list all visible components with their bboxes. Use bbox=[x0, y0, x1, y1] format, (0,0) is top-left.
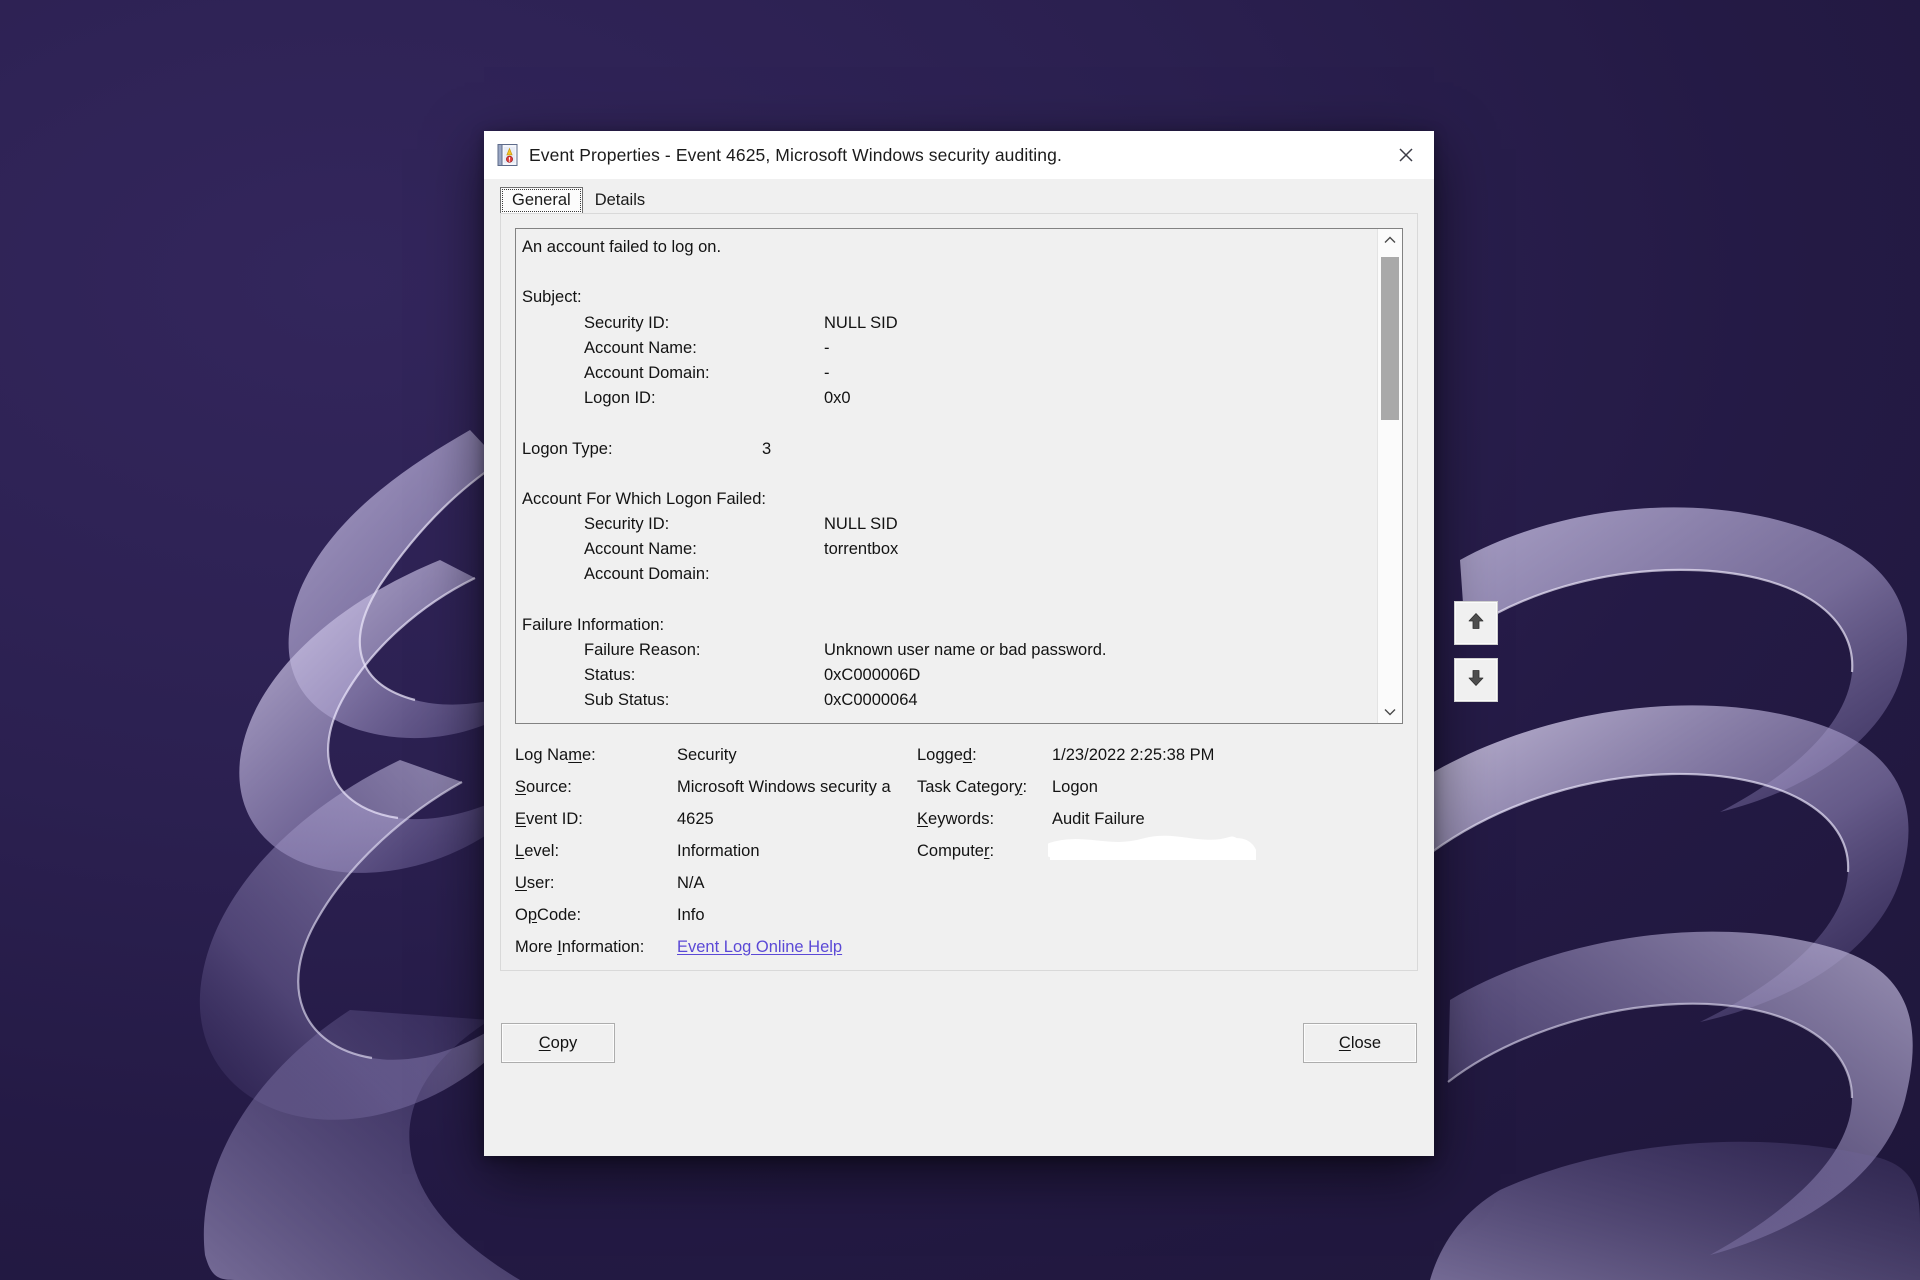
event-section-heading: Subject: bbox=[522, 288, 582, 307]
metadata-value: 4625 bbox=[677, 810, 714, 828]
tab-details[interactable]: Details bbox=[582, 186, 658, 214]
metadata-label: Log Name: bbox=[515, 746, 596, 764]
close-button[interactable]: Close bbox=[1303, 1023, 1417, 1063]
tabstrip: General Details bbox=[484, 179, 1434, 214]
arrow-down-icon bbox=[1466, 668, 1486, 693]
tab-general[interactable]: General bbox=[500, 186, 583, 214]
arrow-up-icon bbox=[1466, 611, 1486, 636]
metadata-row: Level: Information Computer: r bbox=[515, 835, 1403, 874]
metadata-label: Logged: bbox=[917, 746, 977, 764]
event-properties-dialog: Event Properties - Event 4625, Microsoft… bbox=[484, 131, 1498, 1156]
metadata-row: OpCode: Info bbox=[515, 906, 1403, 938]
event-field-row: Status: 0xC000006D bbox=[584, 666, 921, 685]
metadata-label: Keywords: bbox=[917, 810, 995, 828]
more-information-row: More Information: Event Log Online Help bbox=[515, 938, 1403, 970]
metadata-label: User: bbox=[515, 874, 555, 892]
metadata-value: Logon bbox=[1052, 778, 1098, 796]
metadata-label: Level: bbox=[515, 842, 560, 860]
event-field-row: Failure Reason: Unknown user name or bad … bbox=[584, 641, 1107, 659]
scroll-down-icon[interactable] bbox=[1378, 701, 1402, 723]
metadata-value: Info bbox=[677, 906, 705, 924]
general-tab-panel: An account failed to log on. Subject: Sec… bbox=[500, 213, 1418, 971]
event-field-row: Account Domain: - bbox=[584, 363, 830, 382]
event-field-row: Security ID: NULL SID bbox=[584, 313, 898, 332]
desktop: Event Properties - Event 4625, Microsoft… bbox=[0, 0, 1920, 1280]
event-headline: An account failed to log on. bbox=[522, 238, 722, 256]
event-field-row: Account Name: - bbox=[584, 338, 830, 357]
event-field-row: Security ID: NULL SID bbox=[584, 515, 898, 534]
event-field-row: Logon Type: 3 bbox=[522, 439, 772, 458]
metadata-value: N/A bbox=[677, 874, 705, 892]
event-field-row: Sub Status: 0xC0000064 bbox=[584, 691, 918, 710]
dialog-title: Event Properties - Event 4625, Microsoft… bbox=[529, 144, 1062, 165]
event-blank-line bbox=[522, 411, 1369, 436]
event-field-row: Logon ID: 0x0 bbox=[584, 389, 851, 408]
metadata-value: Microsoft Windows security a bbox=[677, 778, 891, 796]
metadata-value-redacted: r bbox=[1048, 835, 1256, 861]
previous-event-button[interactable] bbox=[1454, 601, 1498, 645]
event-navigation-buttons bbox=[1454, 601, 1500, 702]
metadata-label: Task Category: bbox=[917, 778, 1028, 796]
scroll-track[interactable] bbox=[1378, 251, 1402, 701]
event-blank-line bbox=[522, 714, 1369, 723]
event-description-text: An account failed to log on. Subject: Sec… bbox=[516, 229, 1377, 723]
close-button-label: Close bbox=[1338, 1033, 1382, 1052]
tab-general-label: General bbox=[512, 190, 571, 209]
event-field-row: Account Domain: bbox=[584, 565, 710, 584]
copy-button[interactable]: Copy bbox=[501, 1023, 615, 1063]
event-field-row: Account Name: torrentbox bbox=[584, 540, 899, 559]
more-information-value: Event Log Online Help bbox=[677, 938, 917, 957]
scroll-up-icon[interactable] bbox=[1378, 229, 1402, 251]
metadata-value: Audit Failure bbox=[1052, 810, 1145, 828]
event-log-online-help-link[interactable]: Event Log Online Help bbox=[677, 938, 842, 956]
close-icon[interactable] bbox=[1378, 131, 1434, 179]
metadata-row: Source: Microsoft Windows security a Task … bbox=[515, 778, 1403, 810]
metadata-value: 1/23/2022 2:25:38 PM bbox=[1052, 746, 1215, 764]
event-description-box[interactable]: An account failed to log on. Subject: Sec… bbox=[515, 228, 1403, 724]
metadata-value: Information bbox=[677, 842, 760, 860]
metadata-label: Computer: bbox=[917, 842, 995, 860]
event-blank-line bbox=[522, 462, 1369, 487]
more-information-label: More Information: bbox=[515, 938, 645, 956]
event-section-heading: Failure Information: bbox=[522, 615, 665, 634]
metadata-label: Source: bbox=[515, 778, 572, 796]
event-blank-line bbox=[522, 588, 1369, 613]
metadata-label: OpCode: bbox=[515, 906, 582, 924]
metadata-row: Event ID: 4625 Keywords: Audit Failure bbox=[515, 810, 1403, 842]
dialog-titlebar: Event Properties - Event 4625, Microsoft… bbox=[484, 131, 1434, 179]
copy-button-label: Copy bbox=[538, 1033, 578, 1052]
metadata-value: Security bbox=[677, 746, 737, 764]
metadata-row: User: N/A bbox=[515, 874, 1403, 906]
event-blank-line bbox=[522, 260, 1369, 285]
scroll-thumb[interactable] bbox=[1381, 257, 1399, 420]
event-section-heading: Account For Which Logon Failed: bbox=[522, 489, 766, 508]
next-event-button[interactable] bbox=[1454, 658, 1498, 702]
event-log-icon bbox=[497, 143, 519, 167]
tab-details-label: Details bbox=[594, 190, 646, 209]
event-metadata-grid: Log Name: Security Logged: 1/23/2022 2:25:3… bbox=[515, 746, 1403, 970]
metadata-row: Log Name: Security Logged: 1/23/2022 2:25:3… bbox=[515, 746, 1403, 778]
event-text-scrollbar[interactable] bbox=[1377, 229, 1402, 723]
dialog-footer: Copy Close bbox=[484, 971, 1434, 1156]
metadata-label: Event ID: bbox=[515, 810, 583, 828]
